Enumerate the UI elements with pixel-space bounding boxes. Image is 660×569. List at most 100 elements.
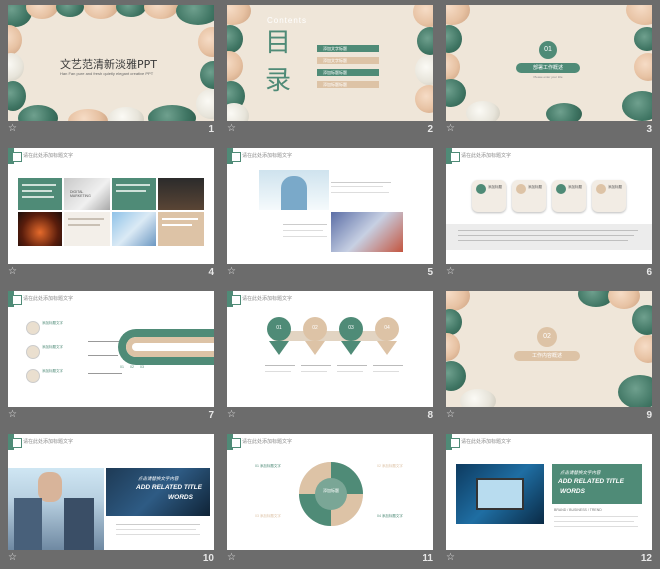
banner-en-title: ADD RELATED TITLE (136, 484, 202, 491)
slide-header: 请在此处添加标题文字 (23, 296, 74, 302)
slide-number: 2 (427, 124, 433, 135)
slide-11-canvas[interactable]: 请在此处添加标题文字 添加标题 01 添加标题文字 02 添加标题文字 03 添… (227, 434, 433, 550)
slide-footer: ☆ 10 (8, 552, 214, 565)
slide-footer: ☆ 5 (227, 266, 433, 279)
star-icon[interactable]: ☆ (227, 266, 236, 278)
slide-thumbnail-6[interactable]: 请在此处添加标题文字 添加标题 添加标题 添加标题 添加标题 ☆ 6 (438, 143, 656, 283)
step-label: 添加标题 (608, 185, 622, 189)
divider (283, 230, 323, 231)
contents-item-bar[interactable]: 添加文字标题 (317, 57, 379, 64)
banner-en-title: ADD RELATED TITLE (558, 478, 624, 485)
text-tile (158, 212, 204, 246)
photo-tile (158, 178, 204, 210)
slide-number: 3 (646, 124, 652, 135)
slide-thumbnail-3[interactable]: 01 部署工作概述 Please enter your title ☆ 3 (438, 0, 656, 140)
contents-item-label: 添加标题标题 (323, 70, 347, 75)
photo-tile (18, 212, 62, 246)
body-line (554, 516, 638, 517)
photo-tile (18, 178, 62, 210)
contents-item-bar[interactable]: 添加标题标题 (317, 69, 379, 76)
slide-number: 8 (427, 410, 433, 421)
slide-5-canvas[interactable]: 请在此处添加标题文字 (227, 148, 433, 264)
step-circle: 01 (267, 317, 291, 341)
star-icon[interactable]: ☆ (8, 552, 17, 564)
slide-thumbnail-4[interactable]: 请在此处添加标题文字 DIGITAL MARKETING ☆ 4 (0, 143, 218, 283)
slide-thumbnail-10[interactable]: 请在此处添加标题文字 点击请替换文字内容 ADD RELATED TITLE W… (0, 429, 218, 569)
slide-sorter-grid: 文艺范清新淡雅PPT Han Fan pure and fresh quietl… (0, 0, 660, 567)
slide-thumbnail-11[interactable]: 请在此处添加标题文字 添加标题 01 添加标题文字 02 添加标题文字 03 添… (219, 429, 437, 569)
star-icon[interactable]: ☆ (8, 409, 17, 421)
flower-decoration (546, 103, 582, 121)
star-icon[interactable]: ☆ (8, 123, 17, 135)
banner-cn-title: 点击请替换文字内容 (560, 470, 601, 475)
gear-center-label: 添加标题 (323, 488, 339, 493)
connector-line (88, 355, 118, 356)
slide-7-canvas[interactable]: 请在此处添加标题文字 添加标题文字 添加标题文字 添加标题文字 01 02 03 (8, 291, 214, 407)
slide-footer: ☆ 1 (8, 123, 214, 136)
star-icon[interactable]: ☆ (446, 266, 455, 278)
header-accent-box (231, 295, 241, 305)
down-arrow-icon (269, 341, 289, 355)
slide-1-canvas[interactable]: 文艺范清新淡雅PPT Han Fan pure and fresh quietl… (8, 5, 214, 121)
contents-item-bar[interactable]: 添加标题标题 (317, 81, 379, 88)
step-number: 01 (276, 325, 282, 331)
down-arrow-icon (377, 341, 397, 355)
item-label: 01 添加标题文字 (255, 464, 281, 468)
slide-thumbnail-8[interactable]: 请在此处添加标题文字 01 02 03 04 ☆ 8 (219, 286, 437, 426)
contents-title-char-2: 录 (265, 66, 292, 96)
slide-footer: ☆ 2 (227, 123, 433, 136)
star-icon[interactable]: ☆ (227, 409, 236, 421)
slide-10-canvas[interactable]: 请在此处添加标题文字 点击请替换文字内容 ADD RELATED TITLE W… (8, 434, 214, 550)
slide-4-canvas[interactable]: 请在此处添加标题文字 DIGITAL MARKETING (8, 148, 214, 264)
slide-footer: ☆ 11 (227, 552, 433, 565)
step-circle: 04 (375, 317, 399, 341)
star-icon[interactable]: ☆ (446, 123, 455, 135)
slide-thumbnail-12[interactable]: 请在此处添加标题文字 点击请替换文字内容 ADD RELATED TITLE W… (438, 429, 656, 569)
step-circle: 02 (303, 317, 327, 341)
slide-subtitle: Han Fan pure and fresh quietly elegant c… (60, 71, 154, 76)
slide-3-canvas[interactable]: 01 部署工作概述 Please enter your title (446, 5, 652, 121)
slide-thumbnail-2[interactable]: Contents 目 录 添加文字标题 添加文字标题 添加标题标题 添加标题标题… (219, 0, 437, 140)
slide-thumbnail-5[interactable]: 请在此处添加标题文字 ☆ 5 (219, 143, 437, 283)
slide-12-canvas[interactable]: 请在此处添加标题文字 点击请替换文字内容 ADD RELATED TITLE W… (446, 434, 652, 550)
gear-diagram (299, 462, 363, 526)
slide-header: 请在此处添加标题文字 (23, 153, 74, 159)
slide-header: 请在此处添加标题文字 (461, 439, 512, 445)
divider (331, 186, 383, 187)
slide-footer: ☆ 12 (446, 552, 652, 565)
slide-6-canvas[interactable]: 请在此处添加标题文字 添加标题 添加标题 添加标题 添加标题 (446, 148, 652, 264)
slide-footer: ☆ 3 (446, 123, 652, 136)
slide-footer: ☆ 9 (446, 409, 652, 422)
slide-thumbnail-9[interactable]: 02 工作内容概述 ☆ 9 (438, 286, 656, 426)
slide-number: 12 (640, 553, 652, 564)
slide-8-canvas[interactable]: 请在此处添加标题文字 01 02 03 04 (227, 291, 433, 407)
header-accent-box (12, 438, 22, 448)
slide-thumbnail-1[interactable]: 文艺范清新淡雅PPT Han Fan pure and fresh quietl… (0, 0, 218, 140)
caption-text: BRAND / BUSINESS / TREND (554, 508, 602, 512)
star-icon[interactable]: ☆ (8, 266, 17, 278)
divider (331, 192, 389, 193)
slide-9-canvas[interactable]: 02 工作内容概述 (446, 291, 652, 407)
body-line (554, 526, 638, 527)
star-icon[interactable]: ☆ (227, 123, 236, 135)
section-title-pill: 部署工作概述 (516, 63, 580, 73)
header-accent-box (450, 152, 460, 162)
bullet-icon (26, 321, 40, 335)
slide-2-canvas[interactable]: Contents 目 录 添加文字标题 添加文字标题 添加标题标题 添加标题标题 (227, 5, 433, 121)
slide-thumbnail-7[interactable]: 请在此处添加标题文字 添加标题文字 添加标题文字 添加标题文字 01 02 03… (0, 286, 218, 426)
contents-item-label: 添加标题标题 (323, 82, 347, 87)
slide-number: 4 (208, 267, 214, 278)
star-icon[interactable]: ☆ (446, 552, 455, 564)
banner-en-subtitle: WORDS (560, 488, 585, 495)
star-icon[interactable]: ☆ (446, 409, 455, 421)
pipe-label: 01 (120, 365, 124, 369)
step-label: 添加标题 (528, 185, 542, 189)
step-label: 添加标题 (488, 185, 502, 189)
text-tile (64, 212, 110, 246)
header-accent-box (12, 295, 22, 305)
star-icon[interactable]: ☆ (227, 552, 236, 564)
contents-item-label: 添加文字标题 (323, 46, 347, 51)
contents-item-bar[interactable]: 添加文字标题 (317, 45, 379, 52)
step-number: 02 (312, 325, 318, 331)
slide-footer: ☆ 8 (227, 409, 433, 422)
